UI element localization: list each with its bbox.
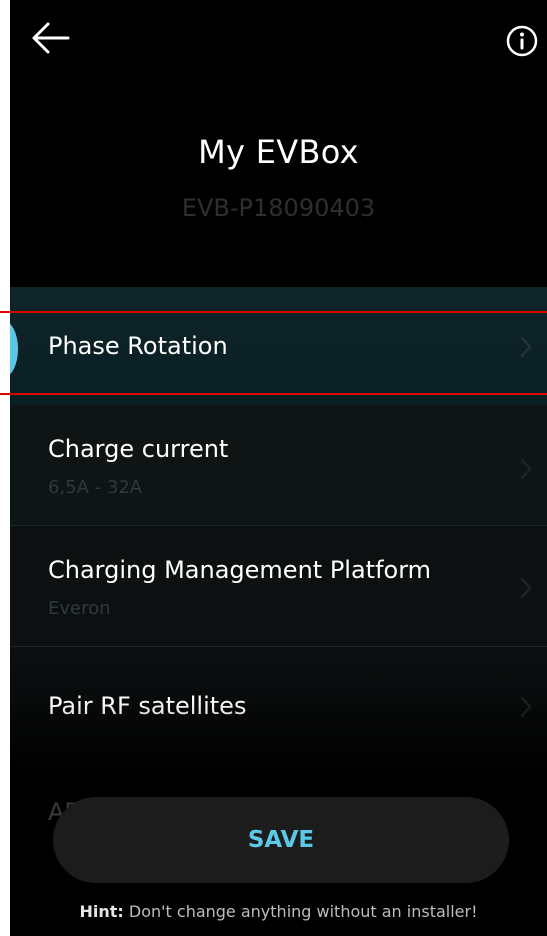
page-title: My EVBox (198, 133, 359, 171)
save-button[interactable]: SAVE (53, 797, 509, 883)
chevron-right-icon (520, 336, 532, 358)
arrow-left-icon (32, 22, 70, 54)
hint-message: Don't change anything without an install… (123, 902, 478, 921)
settings-item-value: Everon (48, 598, 111, 619)
bottom-fade (10, 700, 547, 800)
settings-item-charge-current[interactable]: Charge current 6,5A - 32A (10, 405, 547, 525)
settings-item-label: Charging Management Platform (48, 556, 432, 584)
info-button[interactable] (505, 24, 539, 58)
settings-item-charging-management-platform[interactable]: Charging Management Platform Everon (10, 526, 547, 646)
serial-number: EVB-P18090403 (181, 194, 376, 222)
back-button[interactable] (28, 18, 72, 58)
chevron-right-icon (520, 458, 532, 480)
settings-item-value: 6,5A - 32A (48, 477, 143, 498)
hint-prefix: Hint: (79, 902, 124, 921)
settings-item-label: Charge current (48, 435, 229, 463)
info-circle-icon (506, 25, 538, 57)
settings-item-phase-rotation[interactable]: Phase Rotation (10, 287, 547, 405)
evbox-settings-screen: My EVBox EVB-P18090403 Phase Rotation Ch… (10, 0, 547, 936)
settings-item-label: Phase Rotation (48, 332, 228, 360)
hint-text: Hint: Don't change anything without an i… (10, 902, 547, 921)
chevron-right-icon (520, 577, 532, 599)
